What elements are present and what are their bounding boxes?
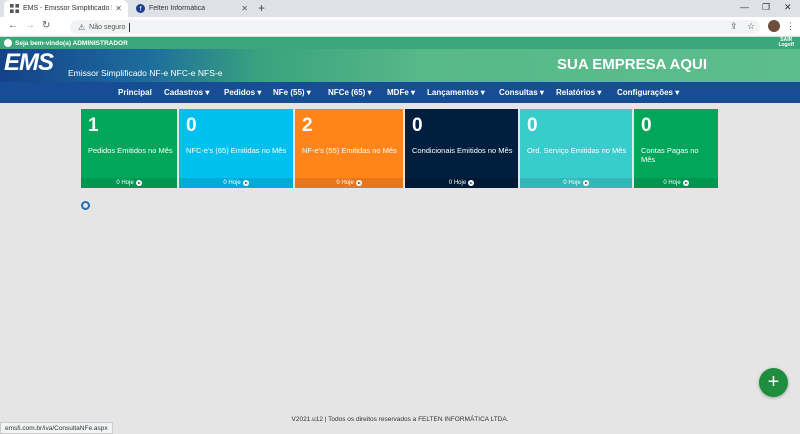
tab-title: Felten Informática <box>149 5 206 12</box>
card-nfe: 2 NF-e's (55) Emitidas no Mês 0 Hoje <box>295 109 403 188</box>
card-value: 0 <box>412 115 423 136</box>
logout-button[interactable]: SAIR Logoff <box>778 38 794 48</box>
security-label: Não seguro <box>89 23 126 31</box>
menu-lancamentos[interactable]: Lançamentos ▾ <box>427 88 485 97</box>
address-bar[interactable]: ⚠ Não seguro <box>70 20 760 34</box>
browser-tab-ems[interactable]: EMS - Emissor Simplificado Felte ✕ <box>4 0 128 17</box>
card-footer-text: 0 Hoje <box>663 180 681 186</box>
card-value: 0 <box>186 115 197 136</box>
user-icon <box>4 39 12 47</box>
card-condicionais: 0 Condicionais Emitidos no Mês 0 Hoje <box>405 109 518 188</box>
browser-tab-felten[interactable]: f Felten Informática ✕ <box>130 0 254 17</box>
card-footer-link[interactable]: 0 Hoje <box>634 178 718 188</box>
card-footer-text: 0 Hoje <box>223 180 241 186</box>
card-value: 0 <box>527 115 538 136</box>
arrow-right-circle-icon <box>682 180 689 186</box>
card-label: NF-e's (55) Emitidas no Mês <box>302 146 397 155</box>
card-label: Condicionais Emitidos no Mês <box>412 146 513 155</box>
close-tab-icon[interactable]: ✕ <box>241 4 248 13</box>
main-menu: Principal Cadastros ▾ Pedidos ▾ NFe (55)… <box>0 82 800 103</box>
app-header: EMS Emissor Simplificado NF-e NFC-e NFS-… <box>0 49 800 82</box>
arrow-right-circle-icon <box>468 180 475 186</box>
company-name: SUA EMPRESA AQUI <box>556 56 707 73</box>
card-value: 0 <box>641 115 652 136</box>
welcome-bar: Seja bem-vindo(a) ADMINISTRADOR <box>0 37 800 49</box>
app-subtitle: Emissor Simplificado NF-e NFC-e NFS-e <box>68 68 223 78</box>
card-footer-text: 0 Hoje <box>336 180 354 186</box>
browser-toolbar: ← → ↻ ⚠ Não seguro ⇪ ☆ ⋮ <box>0 17 800 37</box>
tab-title: EMS - Emissor Simplificado Felte <box>23 5 112 12</box>
menu-configuracoes[interactable]: Configurações ▾ <box>617 88 679 97</box>
menu-consultas[interactable]: Consultas ▾ <box>499 88 544 97</box>
site-favicon-icon: f <box>136 4 145 13</box>
card-pedidos: 1 Pedidos Emitidos no Mês 0 Hoje <box>81 109 177 188</box>
minimize-icon[interactable]: — <box>740 2 749 12</box>
welcome-text: Seja bem-vindo(a) ADMINISTRADOR <box>15 39 128 47</box>
reload-icon[interactable]: ↻ <box>42 20 50 31</box>
card-footer-link[interactable]: 0 Hoje <box>179 178 293 188</box>
new-tab-icon[interactable]: + <box>258 1 265 15</box>
profile-avatar[interactable] <box>768 20 780 32</box>
card-label: Pedidos Emitidos no Mês <box>88 146 173 155</box>
card-footer-link[interactable]: 0 Hoje <box>520 178 632 188</box>
card-label: Contas Pagas no Mês <box>641 146 699 164</box>
card-footer-text: 0 Hoje <box>448 180 467 186</box>
warning-icon: ⚠ <box>78 22 86 32</box>
menu-nfce[interactable]: NFCe (65) ▾ <box>328 88 372 97</box>
star-icon[interactable]: ☆ <box>747 21 755 32</box>
arrow-right-circle-icon <box>582 180 589 186</box>
card-label: NFC-e's (65) Emitidas no Mês <box>186 146 287 155</box>
forward-icon[interactable]: → <box>25 20 35 31</box>
card-value: 1 <box>88 115 99 136</box>
card-footer-text: 0 Hoje <box>116 180 134 186</box>
card-footer-link[interactable]: 0 Hoje <box>405 178 518 188</box>
card-footer-link[interactable]: 0 Hoje <box>295 178 403 188</box>
menu-nfe[interactable]: NFe (55) ▾ <box>273 88 311 97</box>
window-close-icon[interactable]: ✕ <box>784 2 792 13</box>
text-cursor <box>129 22 131 32</box>
app-logo: EMS <box>4 49 54 76</box>
close-tab-icon[interactable]: ✕ <box>115 4 122 13</box>
logout-sublabel: Logoff <box>778 42 794 48</box>
more-icon[interactable]: ⋮ <box>786 21 795 32</box>
menu-cadastros[interactable]: Cadastros ▾ <box>164 88 209 97</box>
menu-relatorios[interactable]: Relatórios ▾ <box>556 88 601 97</box>
card-contas-pagas: 0 Contas Pagas no Mês 0 Hoje <box>634 109 718 188</box>
copyright-text: V2021.u12 | Todos os direitos reservados… <box>291 416 509 423</box>
card-value: 2 <box>302 115 313 136</box>
menu-pedidos[interactable]: Pedidos ▾ <box>224 88 261 97</box>
arrow-right-circle-icon <box>135 180 142 186</box>
back-icon[interactable]: ← <box>8 20 18 31</box>
add-fab-button[interactable]: + <box>759 368 788 397</box>
card-label: Ord. Serviço Emitidas no Mês <box>527 146 627 155</box>
status-url: emsfi.com.br/iva/ConsultaNFe.aspx <box>0 422 113 434</box>
share-icon[interactable]: ⇪ <box>730 21 738 32</box>
maximize-icon[interactable]: ❐ <box>762 2 770 13</box>
card-footer-link[interactable]: 0 Hoje <box>81 178 177 188</box>
arrow-right-circle-icon <box>355 180 362 186</box>
grid-icon <box>10 4 19 13</box>
settings-gear-icon[interactable] <box>81 201 90 210</box>
card-footer-text: 0 Hoje <box>563 180 581 186</box>
card-ordem-servico: 0 Ord. Serviço Emitidas no Mês 0 Hoje <box>520 109 632 188</box>
menu-principal[interactable]: Principal <box>118 88 152 97</box>
menu-mdfe[interactable]: MDFe ▾ <box>387 88 415 97</box>
arrow-right-circle-icon <box>242 180 249 186</box>
card-nfce: 0 NFC-e's (65) Emitidas no Mês 0 Hoje <box>179 109 293 188</box>
browser-tabstrip: EMS - Emissor Simplificado Felte ✕ f Fel… <box>0 0 800 17</box>
